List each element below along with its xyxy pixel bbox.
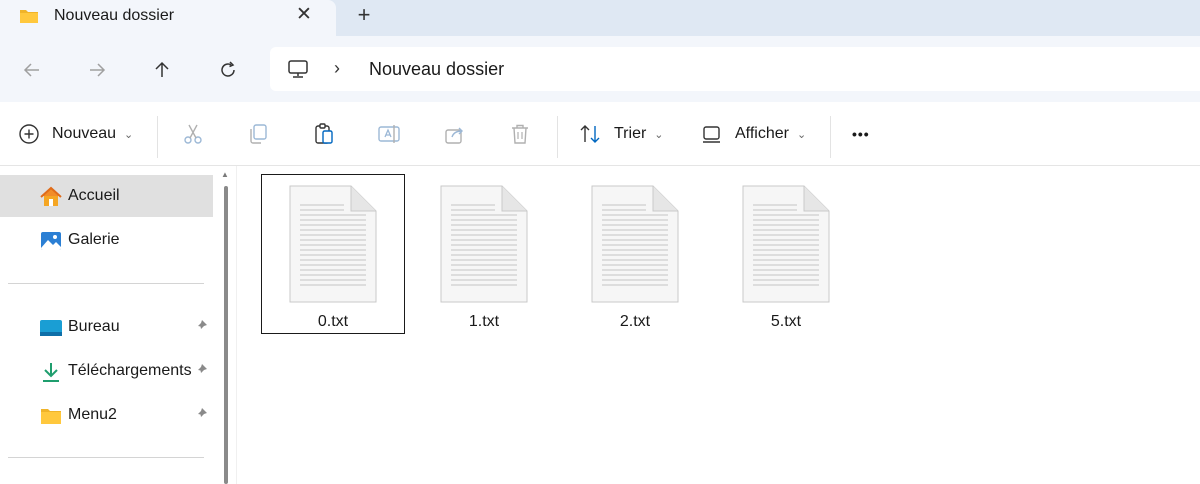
sidebar-item-label: Téléchargements (68, 362, 192, 379)
cut-button[interactable] (181, 120, 205, 148)
sidebar-divider (8, 457, 204, 458)
pin-icon[interactable] (193, 318, 209, 334)
tab-close-icon[interactable]: ✕ (292, 3, 316, 27)
text-file-icon (440, 185, 528, 303)
sidebar-item-label: Accueil (68, 187, 120, 204)
view-button[interactable]: Afficher ⌄ (701, 120, 806, 148)
chevron-down-icon: ⌄ (124, 128, 134, 141)
text-file-icon (591, 185, 679, 303)
view-icon (703, 126, 720, 143)
refresh-icon (221, 61, 235, 77)
up-button[interactable] (148, 56, 176, 84)
tab-nouveau-dossier[interactable]: Nouveau dossier ✕ (0, 0, 336, 36)
chevron-down-icon: ⌄ (796, 128, 807, 141)
arrow-up-icon (155, 61, 169, 77)
breadcrumb-separator[interactable]: › (334, 58, 340, 79)
back-button[interactable] (18, 56, 46, 84)
pin-icon[interactable] (193, 406, 209, 422)
sort-arrows-icon (580, 125, 600, 143)
sidebar-item-label: Bureau (68, 318, 120, 335)
arrow-left-icon (23, 63, 39, 77)
toolbar-divider (830, 116, 831, 158)
share-button[interactable] (443, 120, 467, 148)
gallery-icon (41, 232, 61, 250)
delete-button[interactable] (508, 120, 532, 148)
scroll-up-arrow[interactable]: ▲ (221, 170, 229, 179)
paste-button[interactable] (312, 120, 336, 148)
file-name: 5.txt (770, 313, 802, 330)
sidebar-item-bureau[interactable]: Bureau (0, 306, 213, 348)
pin-icon[interactable] (193, 362, 209, 378)
sidebar-item-label: Galerie (68, 231, 120, 248)
text-file-icon (742, 185, 830, 303)
rename-button[interactable] (377, 120, 401, 148)
plus-circle-icon (19, 124, 39, 144)
navigation-bar: › Nouveau dossier (0, 36, 1200, 102)
sort-button-label: Trier (614, 125, 647, 142)
more-options-button[interactable]: ••• (852, 120, 870, 148)
view-button-label: Afficher (735, 125, 789, 142)
file-item[interactable]: 2.txt (563, 174, 707, 334)
copy-button[interactable] (246, 120, 270, 148)
refresh-button[interactable] (214, 56, 242, 84)
clipboard-icon (315, 123, 333, 144)
command-bar: Nouveau ⌄ Trier ⌄ Afficher ⌄ ••• (0, 102, 1200, 166)
scissors-icon (184, 124, 202, 144)
share-icon (445, 127, 463, 144)
arrow-right-icon (90, 63, 106, 77)
folder-icon (20, 10, 38, 23)
file-name: 1.txt (468, 313, 500, 330)
sidebar-item-menu2[interactable]: Menu2 (0, 394, 213, 436)
file-item[interactable]: 1.txt (412, 174, 556, 334)
toolbar-divider (557, 116, 558, 158)
file-item[interactable]: 0.txt (261, 174, 405, 334)
new-tab-button[interactable]: + (352, 3, 376, 27)
download-icon (43, 363, 59, 382)
address-bar[interactable]: › Nouveau dossier (270, 47, 1200, 91)
tab-title: Nouveau dossier (54, 7, 175, 24)
file-name: 0.txt (317, 313, 349, 330)
chevron-down-icon: ⌄ (654, 128, 664, 141)
new-button-label: Nouveau (52, 125, 117, 142)
pane-divider[interactable] (236, 166, 237, 484)
sidebar-divider (8, 283, 204, 284)
trash-icon (512, 124, 528, 144)
sidebar-item-telechargements[interactable]: Téléchargements (0, 350, 213, 392)
new-button[interactable]: Nouveau ⌄ (18, 120, 133, 148)
breadcrumb-current[interactable]: Nouveau dossier (369, 59, 504, 80)
computer-icon[interactable] (287, 58, 309, 80)
desktop-icon (40, 320, 62, 336)
sidebar-scrollbar[interactable] (224, 186, 228, 484)
home-icon (40, 186, 62, 206)
sort-button[interactable]: Trier ⌄ (578, 120, 664, 148)
forward-button[interactable] (83, 56, 111, 84)
sidebar-item-accueil[interactable]: Accueil (0, 175, 213, 217)
file-name: 2.txt (619, 313, 651, 330)
file-item[interactable]: 5.txt (714, 174, 858, 334)
sidebar-item-galerie[interactable]: Galerie (0, 219, 213, 261)
tab-bar: Nouveau dossier ✕ + (0, 0, 1200, 36)
folder-icon (41, 409, 61, 424)
navigation-pane: Accueil Galerie Bureau Téléchargements M… (0, 166, 222, 484)
sidebar-item-label: Menu2 (68, 406, 117, 423)
rename-icon (378, 125, 400, 143)
text-file-icon (289, 185, 377, 303)
toolbar-divider (157, 116, 158, 158)
copy-icon (250, 124, 267, 144)
